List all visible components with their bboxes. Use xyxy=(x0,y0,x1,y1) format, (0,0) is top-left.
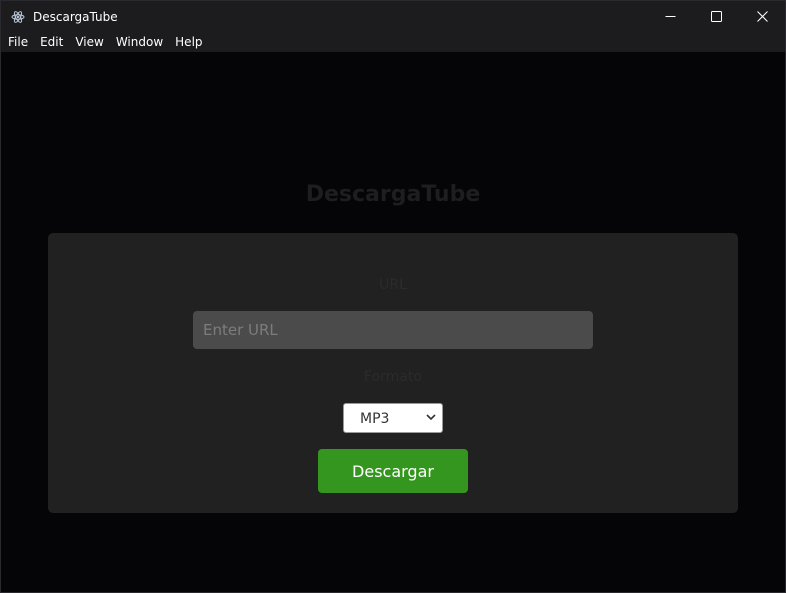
electron-icon xyxy=(10,9,26,25)
menu-help[interactable]: Help xyxy=(169,32,208,52)
menu-edit[interactable]: Edit xyxy=(34,32,69,52)
chevron-down-icon xyxy=(426,414,436,421)
minimize-button[interactable] xyxy=(647,1,693,32)
format-selected-value: MP3 xyxy=(360,411,390,427)
page-title: DescargaTube xyxy=(305,182,481,207)
format-select[interactable]: MP3 xyxy=(343,403,443,433)
maximize-button[interactable] xyxy=(693,1,739,32)
window-controls xyxy=(647,1,785,32)
window-title: DescargaTube xyxy=(33,9,118,24)
menu-file[interactable]: File xyxy=(1,32,34,52)
url-label: URL xyxy=(379,277,407,293)
download-form-card: URL Formato MP3 Descargar xyxy=(48,233,738,513)
app-window: DescargaTube File Edit View Window Help … xyxy=(0,0,786,593)
minimize-icon xyxy=(665,16,675,17)
main-content: DescargaTube URL Formato MP3 Descargar xyxy=(1,52,785,592)
format-label: Formato xyxy=(364,369,422,385)
menu-window[interactable]: Window xyxy=(110,32,169,52)
menu-bar: File Edit View Window Help xyxy=(1,32,785,52)
close-icon xyxy=(756,11,768,22)
url-input[interactable] xyxy=(193,311,593,349)
maximize-icon xyxy=(710,11,722,22)
menu-view[interactable]: View xyxy=(69,32,109,52)
close-button[interactable] xyxy=(739,1,785,32)
title-bar[interactable]: DescargaTube xyxy=(1,1,785,32)
download-button[interactable]: Descargar xyxy=(318,449,468,493)
